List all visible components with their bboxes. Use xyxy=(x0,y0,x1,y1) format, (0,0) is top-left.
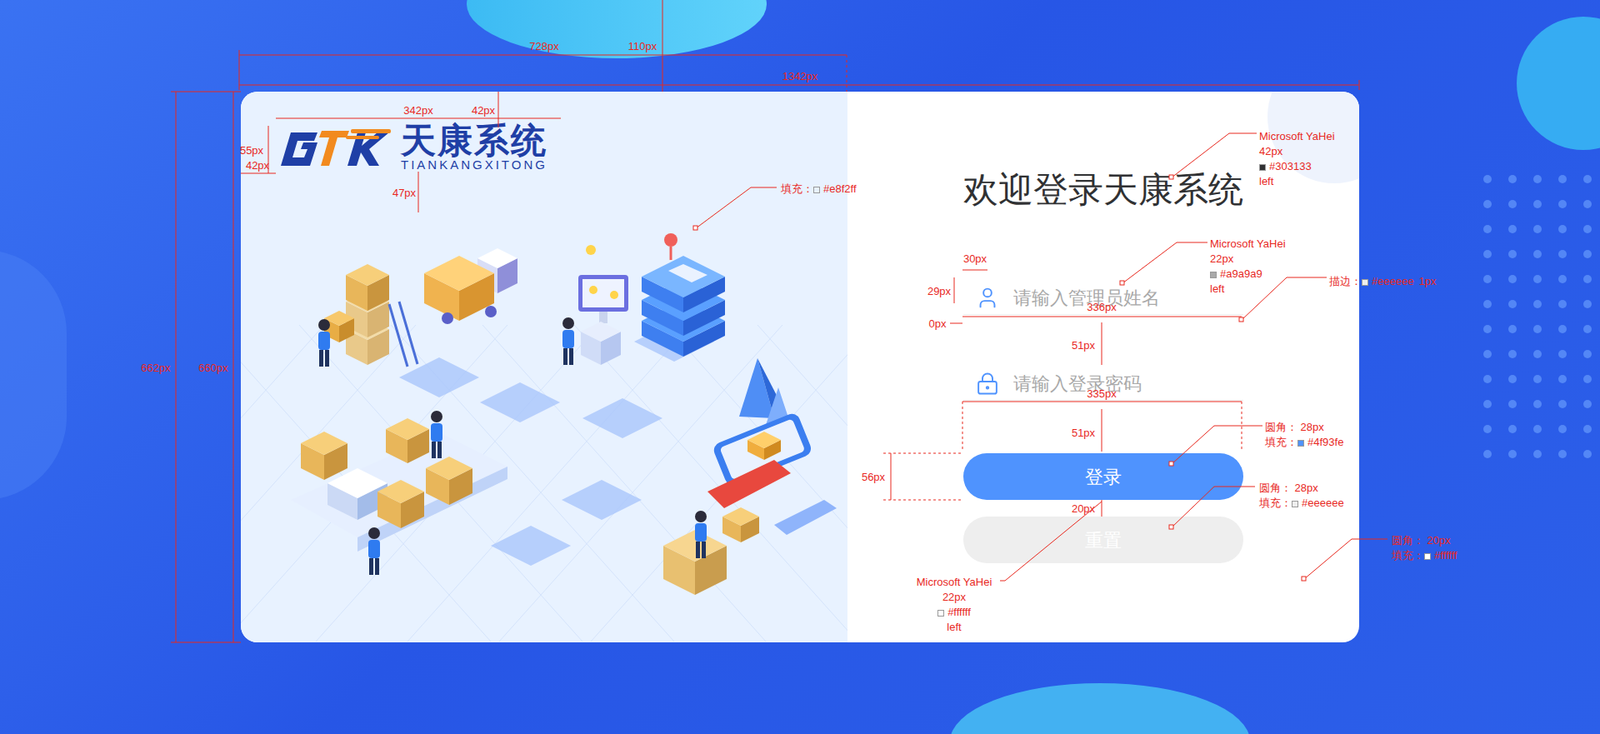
fill-note: 填充：#e8f2ff xyxy=(780,181,857,197)
color-swatch xyxy=(1259,164,1266,171)
color-swatch xyxy=(1424,553,1431,560)
person xyxy=(562,317,575,365)
logo-name: 天康系统 xyxy=(400,123,548,159)
iso-box xyxy=(580,321,621,365)
stroke-note: 描边：#eeeeee1px xyxy=(1329,274,1437,290)
iso-box xyxy=(300,431,348,480)
iso-box xyxy=(747,431,781,460)
font-note: Microsoft YaHei42px#303133left xyxy=(1259,129,1335,190)
dimension-label: 51px xyxy=(1071,426,1095,440)
dimension-label: 0px xyxy=(929,317,947,330)
shape-note: 圆角： 28px填充：#eeeeee xyxy=(1259,480,1345,511)
color-swatch xyxy=(1291,500,1299,508)
login-card: 天康系统TIANKANGXITONG 欢迎登录天康系统登录重置 xyxy=(240,91,1360,643)
floor-tile xyxy=(582,398,663,439)
bg-circle-right xyxy=(1516,16,1600,150)
annotation-lines xyxy=(0,0,1600,734)
logo: 天康系统TIANKANGXITONG xyxy=(240,91,848,170)
dimension-label: 335px xyxy=(1086,387,1116,400)
iso-box xyxy=(377,480,425,529)
bg-cyan-wave xyxy=(466,0,767,59)
dimension-label: 56px xyxy=(861,470,885,484)
bg-dot-grid xyxy=(1479,170,1600,480)
floor-tile xyxy=(490,525,571,566)
iso-box xyxy=(663,530,727,595)
dimension-label: 20px xyxy=(1071,502,1095,515)
dimension-label: 728px xyxy=(529,40,559,53)
dimension-label: 55px xyxy=(240,144,264,157)
illustration-panel: 天康系统TIANKANGXITONG xyxy=(240,91,848,643)
person xyxy=(318,319,330,367)
font-note: Microsoft YaHei22px#ffffffleft xyxy=(904,575,1005,635)
dimension-label: 30px xyxy=(963,252,987,265)
color-swatch xyxy=(1297,440,1305,447)
logo-mark-icon xyxy=(275,124,393,170)
iso-box xyxy=(722,507,760,543)
iso-box xyxy=(385,418,430,464)
dimension-label: 42px xyxy=(471,104,495,117)
dimension-label: 660px xyxy=(198,361,228,375)
font-note: Microsoft YaHei22px#a9a9a9left xyxy=(1210,236,1286,297)
dimension-label: 42px xyxy=(245,159,270,172)
color-swatch xyxy=(813,186,820,194)
login-panel: 欢迎登录天康系统登录重置 xyxy=(847,91,1360,643)
floor-tile xyxy=(399,357,480,398)
login-page: 天康系统TIANKANGXITONG 欢迎登录天康系统登录重置 728px 110px… xyxy=(0,0,1600,734)
color-swatch xyxy=(937,610,945,617)
bg-wave-left xyxy=(0,250,67,500)
bg-wave-bottom xyxy=(950,683,1250,734)
color-swatch xyxy=(1210,271,1217,279)
dimension-label: 110px xyxy=(628,40,657,53)
dimension-label: 29px xyxy=(927,285,951,298)
shape-note: 圆角： 28px填充：#4f93fe xyxy=(1265,420,1344,450)
shape-note: 圆角： 20px填充：#ffffff xyxy=(1391,533,1458,564)
color-swatch xyxy=(1361,279,1369,286)
dimension-label: 336px xyxy=(1086,300,1116,314)
dimension-label: 342px xyxy=(403,104,433,117)
dimension-label: 47px xyxy=(392,186,416,200)
logo-text: 天康系统TIANKANGXITONG xyxy=(400,123,548,172)
person xyxy=(695,510,707,559)
user-icon xyxy=(975,285,1000,310)
logo-subtitle: TIANKANGXITONG xyxy=(400,158,548,172)
logistics-illustration xyxy=(240,225,848,643)
floor-tile xyxy=(480,382,560,423)
dimension-label: 51px xyxy=(1071,339,1095,352)
person xyxy=(368,527,380,575)
reset-button[interactable]: 重置 xyxy=(963,516,1244,564)
floor-tile xyxy=(561,480,642,520)
lock-icon xyxy=(975,371,1000,396)
iso-box xyxy=(425,456,473,505)
username-input[interactable] xyxy=(1013,282,1244,315)
login-button[interactable]: 登录 xyxy=(963,453,1244,500)
dimension-label: 1342px xyxy=(782,70,819,83)
dimension-label: 662px xyxy=(140,361,170,375)
iso-box xyxy=(641,255,725,313)
password-input[interactable] xyxy=(1013,368,1244,400)
person xyxy=(430,410,443,459)
login-title: 欢迎登录天康系统 xyxy=(963,168,1244,212)
iso-box xyxy=(345,264,390,311)
iso-box xyxy=(424,255,495,321)
